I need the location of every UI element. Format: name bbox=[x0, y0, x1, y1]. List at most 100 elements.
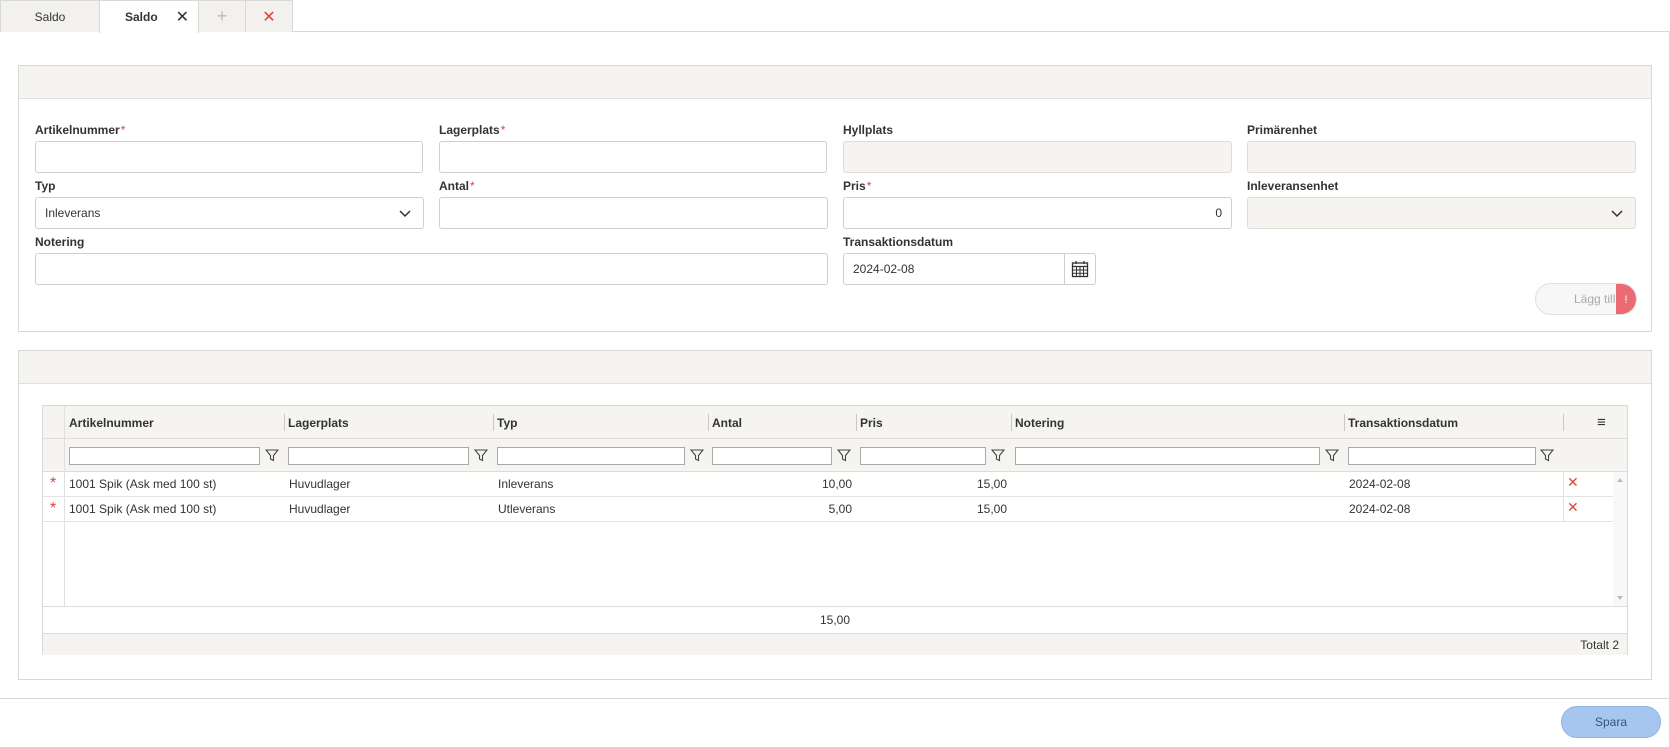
cell-antal[interactable]: 10,00 bbox=[708, 472, 852, 496]
data-grid: Artikelnummer Lagerplats Typ Antal Pris … bbox=[42, 405, 1628, 655]
typ-field: Typ Inleverans bbox=[35, 179, 424, 229]
typ-value: Inleverans bbox=[45, 206, 101, 220]
cell-antal[interactable]: 5,00 bbox=[708, 497, 852, 521]
add-tab-button[interactable]: + bbox=[198, 0, 246, 32]
filter-input-lagerplats[interactable] bbox=[288, 447, 469, 465]
grid-header: Artikelnummer Lagerplats Typ Antal Pris … bbox=[43, 406, 1627, 439]
typ-select[interactable]: Inleverans bbox=[35, 197, 424, 229]
column-header-antal[interactable]: Antal bbox=[708, 406, 742, 439]
filter-icon[interactable] bbox=[474, 448, 488, 462]
scroll-down-icon[interactable] bbox=[1613, 593, 1627, 603]
artikelnummer-field: Artikelnummer* bbox=[35, 123, 423, 173]
inleveransenhet-label: Inleveransenhet bbox=[1247, 179, 1339, 193]
filter-input-typ[interactable] bbox=[497, 447, 685, 465]
lagerplats-label: Lagerplats* bbox=[439, 123, 506, 137]
column-header-lagerplats[interactable]: Lagerplats bbox=[284, 406, 349, 439]
filter-icon[interactable] bbox=[265, 448, 279, 462]
save-button[interactable]: Spara bbox=[1561, 706, 1661, 738]
row-required-mark: * bbox=[50, 475, 57, 492]
hyllplats-field: Hyllplats bbox=[843, 123, 1232, 173]
grid-summary-row: 15,00 bbox=[43, 606, 1627, 633]
filter-input-transaktionsdatum[interactable] bbox=[1348, 447, 1536, 465]
column-menu-icon[interactable]: ≡ bbox=[1593, 406, 1606, 439]
pris-label: Pris* bbox=[843, 179, 872, 193]
transaktionsdatum-input[interactable]: 2024-02-08 bbox=[843, 253, 1096, 285]
filter-input-pris[interactable] bbox=[860, 447, 986, 465]
add-button-label: Lägg till bbox=[1574, 292, 1616, 306]
form-panel-header bbox=[19, 66, 1651, 99]
filter-icon[interactable] bbox=[991, 448, 1005, 462]
filter-icon[interactable] bbox=[1540, 448, 1554, 462]
cell-pris[interactable]: 15,00 bbox=[856, 472, 1007, 496]
delete-row-icon[interactable]: ✕ bbox=[1567, 474, 1579, 491]
cell-lagerplats[interactable]: Huvudlager bbox=[289, 472, 350, 496]
filter-input-artikelnummer[interactable] bbox=[69, 447, 260, 465]
required-mark: * bbox=[470, 179, 475, 193]
filter-input-notering[interactable] bbox=[1015, 447, 1320, 465]
cell-transaktionsdatum[interactable]: 2024-02-08 bbox=[1349, 472, 1410, 496]
filter-icon[interactable] bbox=[1325, 448, 1339, 462]
primarenhet-label: Primärenhet bbox=[1247, 123, 1318, 137]
calendar-icon bbox=[1071, 261, 1089, 278]
table-row[interactable]: * 1001 Spik (Ask med 100 st) Huvudlager … bbox=[43, 472, 1613, 497]
required-mark: * bbox=[866, 179, 872, 193]
antal-input[interactable] bbox=[439, 197, 828, 229]
cell-transaktionsdatum[interactable]: 2024-02-08 bbox=[1349, 497, 1410, 521]
close-all-tabs-button[interactable]: ✕ bbox=[245, 0, 293, 32]
cell-lagerplats[interactable]: Huvudlager bbox=[289, 497, 350, 521]
vertical-scrollbar[interactable] bbox=[1613, 472, 1627, 606]
tab-saldo-1[interactable]: Saldo bbox=[0, 0, 100, 32]
column-header-transaktionsdatum[interactable]: Transaktionsdatum bbox=[1344, 406, 1458, 439]
transaktionsdatum-field: Transaktionsdatum 2024-02-08 bbox=[843, 235, 1096, 285]
cell-typ[interactable]: Inleverans bbox=[498, 472, 553, 496]
close-icon[interactable]: ✕ bbox=[176, 7, 189, 27]
cell-pris[interactable]: 15,00 bbox=[856, 497, 1007, 521]
lagerplats-input[interactable] bbox=[439, 141, 827, 173]
scroll-up-icon[interactable] bbox=[1613, 475, 1627, 485]
antal-field: Antal* bbox=[439, 179, 828, 229]
pris-field: Pris* 0 bbox=[843, 179, 1232, 229]
grid-panel-header bbox=[19, 351, 1651, 384]
column-header-notering[interactable]: Notering bbox=[1011, 406, 1064, 439]
hyllplats-label: Hyllplats bbox=[843, 123, 894, 137]
column-header-pris[interactable]: Pris bbox=[856, 406, 883, 439]
typ-label: Typ bbox=[35, 179, 56, 193]
tab-bar: Saldo Saldo ✕ + ✕ bbox=[0, 0, 1670, 33]
notering-input[interactable] bbox=[35, 253, 828, 285]
tab-saldo-2[interactable]: Saldo ✕ bbox=[99, 0, 199, 33]
delete-row-icon[interactable]: ✕ bbox=[1567, 499, 1579, 516]
lagerplats-field: Lagerplats* bbox=[439, 123, 827, 173]
chevron-down-icon bbox=[399, 210, 411, 218]
column-header-typ[interactable]: Typ bbox=[493, 406, 517, 439]
filter-icon[interactable] bbox=[690, 448, 704, 462]
add-button[interactable]: Lägg till ! bbox=[1535, 283, 1637, 315]
warning-icon: ! bbox=[1616, 284, 1636, 314]
cell-artikelnummer[interactable]: 1001 Spik (Ask med 100 st) bbox=[69, 472, 216, 496]
inleveransenhet-select[interactable] bbox=[1247, 197, 1636, 229]
tab-label: Saldo bbox=[34, 9, 66, 24]
artikelnummer-input[interactable] bbox=[35, 141, 423, 173]
cell-artikelnummer[interactable]: 1001 Spik (Ask med 100 st) bbox=[69, 497, 216, 521]
antal-sum: 15,00 bbox=[819, 613, 850, 627]
grid-filter-row bbox=[43, 439, 1627, 472]
cell-typ[interactable]: Utleverans bbox=[498, 497, 555, 521]
filter-icon[interactable] bbox=[837, 448, 851, 462]
primarenhet-field: Primärenhet bbox=[1247, 123, 1636, 173]
required-mark: * bbox=[120, 123, 126, 137]
notering-label: Notering bbox=[35, 235, 85, 249]
antal-label: Antal* bbox=[439, 179, 475, 193]
tab-label: Saldo bbox=[125, 10, 158, 24]
primarenhet-input bbox=[1247, 141, 1636, 173]
pris-input[interactable]: 0 bbox=[843, 197, 1232, 229]
table-row[interactable]: * 1001 Spik (Ask med 100 st) Huvudlager … bbox=[43, 497, 1613, 522]
chevron-down-icon bbox=[1611, 210, 1623, 218]
grid-status-bar: Totalt 2 bbox=[43, 633, 1627, 655]
artikelnummer-label: Artikelnummer* bbox=[35, 123, 126, 137]
filter-input-antal[interactable] bbox=[712, 447, 832, 465]
bottom-action-bar bbox=[0, 698, 1670, 747]
calendar-button[interactable] bbox=[1064, 253, 1095, 285]
row-required-mark: * bbox=[50, 500, 57, 517]
column-divider[interactable] bbox=[1563, 414, 1564, 431]
notering-field: Notering bbox=[35, 235, 828, 285]
column-header-artikelnummer[interactable]: Artikelnummer bbox=[65, 406, 154, 439]
